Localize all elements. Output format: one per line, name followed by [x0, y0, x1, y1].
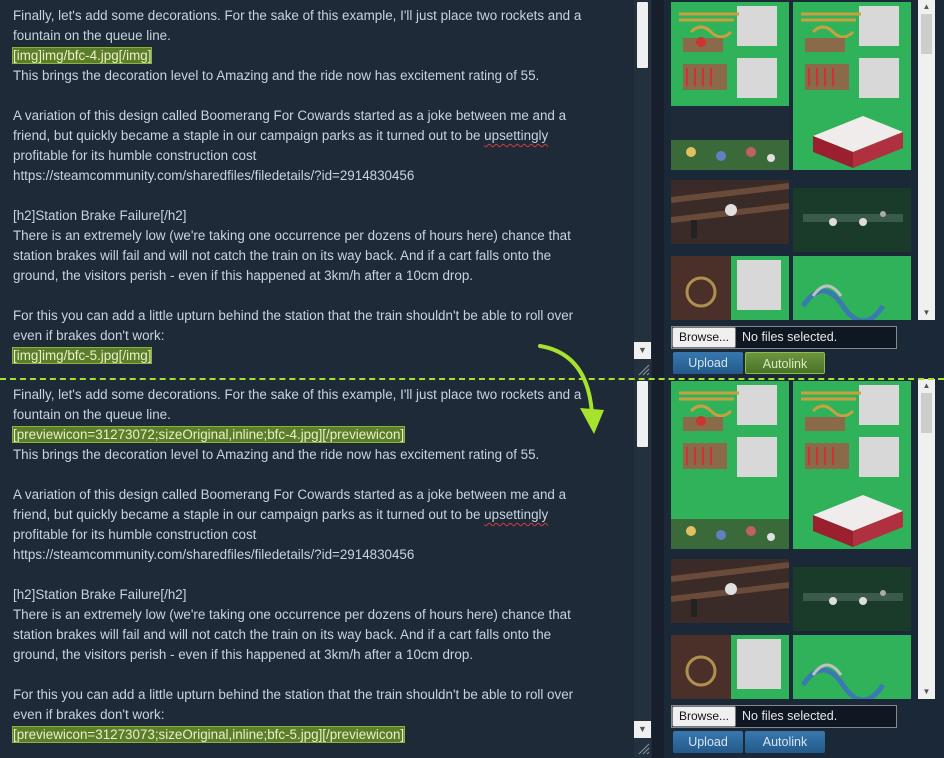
thumbnail-image[interactable] [793, 485, 911, 549]
upload-button[interactable]: Upload [673, 731, 743, 753]
autolink-button[interactable]: Autolink [745, 352, 825, 374]
text-line: There is an extremely low (we're taking … [13, 228, 571, 243]
text-line: Finally, let's add some decorations. For… [13, 8, 582, 23]
text-line: There is an extremely low (we're taking … [13, 607, 571, 622]
bottom-panel: Finally, let's add some decorations. For… [0, 379, 944, 758]
scroll-down-arrow-icon[interactable]: ▼ [918, 306, 935, 320]
text-line: For this you can add a little upturn beh… [13, 687, 574, 702]
browse-button[interactable]: Browse... [672, 706, 736, 727]
editor-scrollbar[interactable]: ▼ [634, 379, 651, 758]
scroll-down-arrow-icon[interactable]: ▼ [918, 685, 935, 699]
thumbnail-image[interactable] [671, 180, 789, 244]
text-line: profitable for its humble construction c… [13, 148, 257, 163]
transition-arrow-icon [538, 344, 604, 434]
scroll-up-arrow-icon[interactable]: ▲ [918, 379, 935, 393]
separator [652, 379, 664, 758]
comparison-divider [0, 378, 944, 380]
browse-button[interactable]: Browse... [672, 327, 736, 348]
text-line: This brings the decoration level to Amaz… [13, 68, 540, 83]
text-line: friend, but quickly became a staple in o… [13, 128, 485, 143]
url-text: https://steamcommunity.com/sharedfiles/f… [13, 168, 415, 183]
resize-grip-icon[interactable] [636, 741, 650, 755]
thumbnail-image[interactable] [793, 188, 911, 252]
text-line: profitable for its humble construction c… [13, 527, 257, 542]
thumbnail-image[interactable] [793, 567, 911, 631]
editor-content[interactable]: Finally, let's add some decorations. For… [11, 6, 633, 366]
spellcheck-word[interactable]: upsettingly [484, 128, 548, 143]
text-line: A variation of this design called Boomer… [13, 487, 567, 502]
text-line: station brakes will fail and will not ca… [13, 627, 552, 642]
thumbnail-image[interactable] [671, 485, 789, 549]
text-line: For this you can add a little upturn beh… [13, 308, 574, 323]
scroll-down-arrow-icon[interactable]: ▼ [634, 342, 651, 359]
thumbnail-image[interactable] [671, 256, 789, 320]
thumbnail-image[interactable] [671, 635, 789, 699]
text-line: A variation of this design called Boomer… [13, 108, 567, 123]
text-line: [h2]Station Brake Failure[/h2] [13, 587, 187, 602]
image-gallery: ▲ ▼ Browse... No files selected. Upload … [664, 379, 944, 758]
upload-button[interactable]: Upload [673, 352, 743, 374]
previewicon-tag-highlight: [previewicon=31273072;sizeOriginal,inlin… [11, 426, 406, 443]
gallery-scrollbar[interactable]: ▲ ▼ [918, 379, 935, 699]
text-line: Finally, let's add some decorations. For… [13, 387, 582, 402]
scroll-down-arrow-icon[interactable]: ▼ [634, 721, 651, 738]
text-line: fountain on the queue line. [13, 407, 171, 422]
text-line: friend, but quickly became a staple in o… [13, 507, 485, 522]
thumbnail-grid [671, 379, 915, 699]
thumbnail-image[interactable] [671, 106, 789, 170]
text-editor[interactable]: Finally, let's add some decorations. For… [0, 0, 652, 379]
file-status: No files selected. [742, 709, 838, 723]
autolink-button[interactable]: Autolink [745, 731, 825, 753]
img-tag-highlight: [img]img/bfc-4.jpg[/img] [11, 47, 153, 64]
scroll-up-arrow-icon[interactable]: ▲ [918, 0, 935, 14]
resize-grip-icon[interactable] [636, 362, 650, 376]
text-line: fountain on the queue line. [13, 28, 171, 43]
text-line: even if brakes don't work: [13, 707, 165, 722]
thumbnail-image[interactable] [793, 256, 911, 320]
thumbnail-image[interactable] [793, 106, 911, 170]
editor-scrollbar[interactable]: ▼ [634, 0, 651, 379]
top-panel: Finally, let's add some decorations. For… [0, 0, 944, 379]
scrollbar-thumb[interactable] [637, 2, 648, 68]
gallery-scrollbar[interactable]: ▲ ▼ [918, 0, 935, 320]
text-line: even if brakes don't work: [13, 328, 165, 343]
thumbnail-grid [671, 0, 915, 320]
scrollbar-thumb[interactable] [921, 14, 932, 54]
previewicon-tag-highlight: [previewicon=31273073;sizeOriginal,inlin… [11, 726, 406, 743]
separator [652, 0, 664, 379]
text-line: [h2]Station Brake Failure[/h2] [13, 208, 187, 223]
file-input[interactable]: Browse... No files selected. [671, 705, 897, 728]
thumbnail-image[interactable] [671, 559, 789, 623]
text-line: station brakes will fail and will not ca… [13, 248, 552, 263]
file-input[interactable]: Browse... No files selected. [671, 326, 897, 349]
scrollbar-thumb[interactable] [637, 381, 648, 447]
spellcheck-word[interactable]: upsettingly [484, 507, 548, 522]
text-line: ground, the visitors perish - even if th… [13, 268, 473, 283]
scrollbar-thumb[interactable] [921, 393, 932, 433]
url-text: https://steamcommunity.com/sharedfiles/f… [13, 547, 415, 562]
thumbnail-image[interactable] [793, 635, 911, 699]
file-status: No files selected. [742, 330, 838, 344]
text-line: ground, the visitors perish - even if th… [13, 647, 473, 662]
text-line: This brings the decoration level to Amaz… [13, 447, 540, 462]
image-gallery: ▲ ▼ Browse... No files selected. Upload … [664, 0, 944, 379]
img-tag-highlight: [img]img/bfc-5.jpg[/img] [11, 347, 153, 364]
